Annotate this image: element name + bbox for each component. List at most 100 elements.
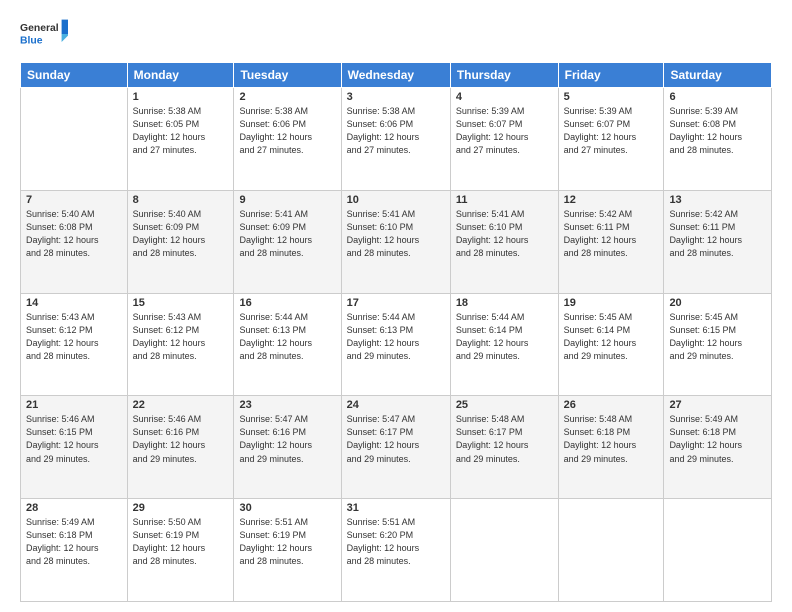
cell-info: Sunrise: 5:43 AM Sunset: 6:12 PM Dayligh…	[133, 311, 229, 363]
cell-info: Sunrise: 5:50 AM Sunset: 6:19 PM Dayligh…	[133, 516, 229, 568]
cell-info: Sunrise: 5:39 AM Sunset: 6:08 PM Dayligh…	[669, 105, 766, 157]
cell-info: Sunrise: 5:51 AM Sunset: 6:19 PM Dayligh…	[239, 516, 335, 568]
day-number: 25	[456, 399, 553, 411]
cell-info: Sunrise: 5:38 AM Sunset: 6:05 PM Dayligh…	[133, 105, 229, 157]
day-number: 18	[456, 297, 553, 309]
cell-info: Sunrise: 5:44 AM Sunset: 6:13 PM Dayligh…	[347, 311, 445, 363]
cell-info: Sunrise: 5:40 AM Sunset: 6:09 PM Dayligh…	[133, 208, 229, 260]
calendar-cell: 29 Sunrise: 5:50 AM Sunset: 6:19 PM Dayli…	[127, 499, 234, 602]
calendar-cell: 19 Sunrise: 5:45 AM Sunset: 6:14 PM Dayli…	[558, 293, 664, 396]
calendar-cell	[664, 499, 772, 602]
day-number: 26	[564, 399, 659, 411]
page: General Blue SundayMondayTuesdayWednesda…	[0, 0, 792, 612]
calendar-cell: 27Sunrise: 5:49 AM Sunset: 6:18 PM Dayli…	[664, 396, 772, 499]
day-number: 10	[347, 194, 445, 206]
day-number: 20	[669, 297, 766, 309]
cell-info: Sunrise: 5:42 AM Sunset: 6:11 PM Dayligh…	[669, 208, 766, 260]
day-number: 3	[347, 91, 445, 103]
day-number: 17	[347, 297, 445, 309]
cell-info: Sunrise: 5:42 AM Sunset: 6:11 PM Dayligh…	[564, 208, 659, 260]
calendar-cell: 8 Sunrise: 5:40 AM Sunset: 6:09 PM Daylig…	[127, 190, 234, 293]
cell-info: Sunrise: 5:43 AM Sunset: 6:12 PM Dayligh…	[26, 311, 122, 363]
weekday-thursday: Thursday	[450, 63, 558, 88]
day-number: 21	[26, 399, 122, 411]
day-number: 15	[133, 297, 229, 309]
day-number: 7	[26, 194, 122, 206]
calendar-cell: 25 Sunrise: 5:48 AM Sunset: 6:17 PM Dayli…	[450, 396, 558, 499]
cell-info: Sunrise: 5:45 AM Sunset: 6:15 PM Dayligh…	[669, 311, 766, 363]
day-number: 16	[239, 297, 335, 309]
calendar-cell: 30Sunrise: 5:51 AM Sunset: 6:19 PM Dayli…	[234, 499, 341, 602]
cell-info: Sunrise: 5:41 AM Sunset: 6:09 PM Dayligh…	[239, 208, 335, 260]
cell-info: Sunrise: 5:47 AM Sunset: 6:16 PM Dayligh…	[239, 413, 335, 465]
calendar-cell: 21Sunrise: 5:46 AM Sunset: 6:15 PM Dayli…	[21, 396, 128, 499]
day-number: 1	[133, 91, 229, 103]
calendar-cell: 31 Sunrise: 5:51 AM Sunset: 6:20 PM Dayli…	[341, 499, 450, 602]
day-number: 29	[133, 502, 229, 514]
day-number: 22	[133, 399, 229, 411]
cell-info: Sunrise: 5:47 AM Sunset: 6:17 PM Dayligh…	[347, 413, 445, 465]
day-number: 6	[669, 91, 766, 103]
day-number: 4	[456, 91, 553, 103]
day-number: 8	[133, 194, 229, 206]
cell-info: Sunrise: 5:40 AM Sunset: 6:08 PM Dayligh…	[26, 208, 122, 260]
day-number: 13	[669, 194, 766, 206]
calendar-cell	[558, 499, 664, 602]
weekday-saturday: Saturday	[664, 63, 772, 88]
calendar-cell: 23 Sunrise: 5:47 AM Sunset: 6:16 PM Dayli…	[234, 396, 341, 499]
header: General Blue	[20, 16, 772, 52]
calendar-table: SundayMondayTuesdayWednesdayThursdayFrid…	[20, 62, 772, 602]
calendar-cell: 20 Sunrise: 5:45 AM Sunset: 6:15 PM Dayli…	[664, 293, 772, 396]
calendar-cell: 3 Sunrise: 5:38 AM Sunset: 6:06 PM Daylig…	[341, 88, 450, 191]
weekday-header-row: SundayMondayTuesdayWednesdayThursdayFrid…	[21, 63, 772, 88]
day-number: 19	[564, 297, 659, 309]
calendar-cell: 15 Sunrise: 5:43 AM Sunset: 6:12 PM Dayli…	[127, 293, 234, 396]
day-number: 14	[26, 297, 122, 309]
day-number: 5	[564, 91, 659, 103]
calendar-cell: 12 Sunrise: 5:42 AM Sunset: 6:11 PM Dayli…	[558, 190, 664, 293]
calendar-cell: 16Sunrise: 5:44 AM Sunset: 6:13 PM Dayli…	[234, 293, 341, 396]
cell-info: Sunrise: 5:51 AM Sunset: 6:20 PM Dayligh…	[347, 516, 445, 568]
calendar-cell: 4 Sunrise: 5:39 AM Sunset: 6:07 PM Daylig…	[450, 88, 558, 191]
day-number: 11	[456, 194, 553, 206]
cell-info: Sunrise: 5:48 AM Sunset: 6:17 PM Dayligh…	[456, 413, 553, 465]
calendar-cell: 10 Sunrise: 5:41 AM Sunset: 6:10 PM Dayli…	[341, 190, 450, 293]
cell-info: Sunrise: 5:38 AM Sunset: 6:06 PM Dayligh…	[239, 105, 335, 157]
cell-info: Sunrise: 5:41 AM Sunset: 6:10 PM Dayligh…	[456, 208, 553, 260]
day-number: 9	[239, 194, 335, 206]
calendar-cell: 11 Sunrise: 5:41 AM Sunset: 6:10 PM Dayli…	[450, 190, 558, 293]
cell-info: Sunrise: 5:41 AM Sunset: 6:10 PM Dayligh…	[347, 208, 445, 260]
week-row-4: 21Sunrise: 5:46 AM Sunset: 6:15 PM Dayli…	[21, 396, 772, 499]
calendar-cell: 17 Sunrise: 5:44 AM Sunset: 6:13 PM Dayli…	[341, 293, 450, 396]
calendar-cell: 14 Sunrise: 5:43 AM Sunset: 6:12 PM Dayli…	[21, 293, 128, 396]
cell-info: Sunrise: 5:45 AM Sunset: 6:14 PM Dayligh…	[564, 311, 659, 363]
calendar-cell: 6 Sunrise: 5:39 AM Sunset: 6:08 PM Daylig…	[664, 88, 772, 191]
cell-info: Sunrise: 5:46 AM Sunset: 6:16 PM Dayligh…	[133, 413, 229, 465]
logo: General Blue	[20, 16, 68, 52]
calendar-cell: 18 Sunrise: 5:44 AM Sunset: 6:14 PM Dayli…	[450, 293, 558, 396]
weekday-wednesday: Wednesday	[341, 63, 450, 88]
week-row-3: 14 Sunrise: 5:43 AM Sunset: 6:12 PM Dayli…	[21, 293, 772, 396]
weekday-friday: Friday	[558, 63, 664, 88]
calendar-cell: 13 Sunrise: 5:42 AM Sunset: 6:11 PM Dayli…	[664, 190, 772, 293]
calendar-cell: 28Sunrise: 5:49 AM Sunset: 6:18 PM Dayli…	[21, 499, 128, 602]
day-number: 23	[239, 399, 335, 411]
calendar-body: 1 Sunrise: 5:38 AM Sunset: 6:05 PM Daylig…	[21, 88, 772, 602]
day-number: 31	[347, 502, 445, 514]
day-number: 28	[26, 502, 122, 514]
day-number: 12	[564, 194, 659, 206]
svg-text:Blue: Blue	[20, 36, 43, 47]
calendar-cell	[450, 499, 558, 602]
calendar-cell: 24 Sunrise: 5:47 AM Sunset: 6:17 PM Dayli…	[341, 396, 450, 499]
weekday-tuesday: Tuesday	[234, 63, 341, 88]
cell-info: Sunrise: 5:39 AM Sunset: 6:07 PM Dayligh…	[456, 105, 553, 157]
calendar-cell: 26Sunrise: 5:48 AM Sunset: 6:18 PM Dayli…	[558, 396, 664, 499]
day-number: 27	[669, 399, 766, 411]
week-row-2: 7 Sunrise: 5:40 AM Sunset: 6:08 PM Daylig…	[21, 190, 772, 293]
week-row-1: 1 Sunrise: 5:38 AM Sunset: 6:05 PM Daylig…	[21, 88, 772, 191]
day-number: 24	[347, 399, 445, 411]
cell-info: Sunrise: 5:44 AM Sunset: 6:14 PM Dayligh…	[456, 311, 553, 363]
cell-info: Sunrise: 5:39 AM Sunset: 6:07 PM Dayligh…	[564, 105, 659, 157]
calendar-cell: 5 Sunrise: 5:39 AM Sunset: 6:07 PM Daylig…	[558, 88, 664, 191]
cell-info: Sunrise: 5:38 AM Sunset: 6:06 PM Dayligh…	[347, 105, 445, 157]
